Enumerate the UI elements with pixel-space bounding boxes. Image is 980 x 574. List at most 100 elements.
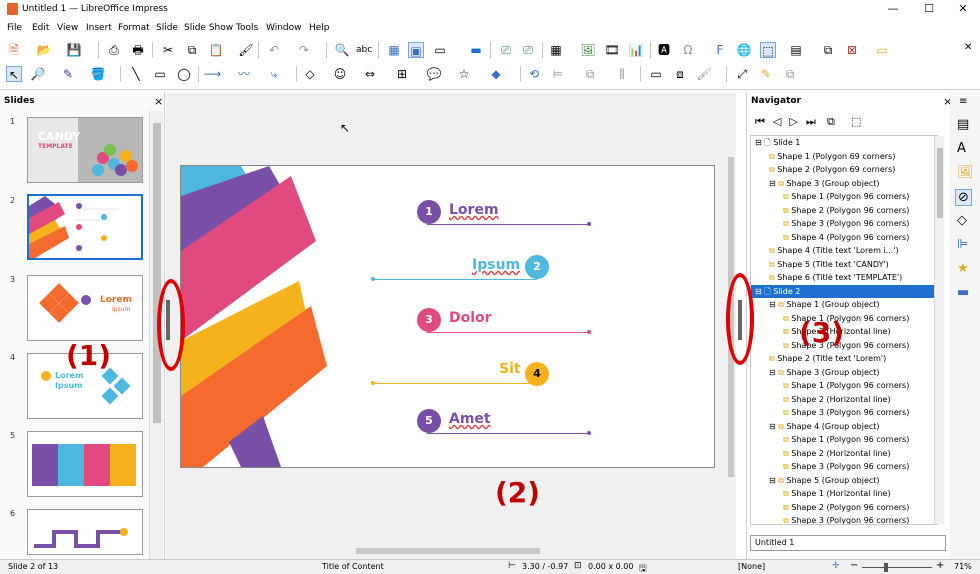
start-from-current-icon[interactable]: ⎚	[520, 42, 536, 58]
navigator-shape-row[interactable]: ⧉ Shape 3 (Polygon 96 corners)	[751, 406, 937, 419]
flowchart-icon[interactable]: ⊞	[394, 66, 410, 82]
navigator-shape-row[interactable]: ⧉ Shape 1 (Polygon 96 corners)	[751, 433, 937, 446]
find-replace-icon[interactable]: 🔍	[334, 42, 350, 58]
select-arrow-icon[interactable]: ↖	[6, 66, 22, 82]
expander-icon[interactable]: ⊟	[755, 287, 764, 296]
menu-window[interactable]: Window	[266, 23, 302, 33]
slide-transition-icon[interactable]: ⊫	[957, 237, 968, 252]
paste-icon[interactable]: 📋	[208, 42, 224, 58]
master-slide-icon[interactable]: ▬	[468, 42, 484, 58]
stars-icon[interactable]: ☆	[456, 66, 472, 82]
navigator-slide-row[interactable]: ⊟ 🗋 Slide 2	[751, 284, 937, 298]
hyperlink-icon[interactable]: 🌐	[736, 42, 752, 58]
zoom-out-icon[interactable]: −	[850, 560, 858, 571]
navigator-shape-row[interactable]: ⧉ Shape 4 (Polygon 96 corners)	[751, 231, 937, 244]
navigator-icon[interactable]: ⊘	[955, 189, 972, 206]
navigator-shape-row[interactable]: ⊟ ⧉ Shape 5 (Group object)	[751, 474, 937, 487]
display-views-icon[interactable]: ▭	[432, 42, 448, 58]
insert-table-icon[interactable]: ▦	[548, 42, 564, 58]
display-grid-icon[interactable]: ▦	[386, 42, 402, 58]
distribute-icon[interactable]: ⫼	[614, 66, 630, 82]
close-slides-panel-icon[interactable]: ×	[154, 95, 163, 108]
slide-canvas[interactable]: 1 Lorem 2 Ipsum 3 Dolor 4 Sit 5 Amet	[180, 165, 715, 468]
menu-edit[interactable]: Edit	[32, 23, 49, 33]
delete-slide-icon[interactable]: ⊠	[844, 42, 860, 58]
navigator-shape-row[interactable]: ⧉ Shape 6 (Title text 'TEMPLATE')	[751, 271, 937, 284]
slide-thumbnail-2[interactable]	[27, 194, 143, 260]
navigator-shape-row[interactable]: ⧉ Shape 1 (Polygon 96 corners)	[751, 190, 937, 203]
menu-help[interactable]: Help	[309, 23, 330, 33]
menu-slide[interactable]: Slide	[156, 23, 178, 33]
fill-color-icon[interactable]: 🪣	[90, 66, 106, 82]
symbol-shapes-icon[interactable]: ☺	[332, 66, 348, 82]
block-arrows-icon[interactable]: ⇔	[362, 66, 378, 82]
slide-thumbnail-1[interactable]: CANDY TEMPLATE	[27, 117, 143, 183]
open-folder-icon[interactable]: 📂	[36, 42, 52, 58]
navigator-shape-row[interactable]: ⊟ ⧉ Shape 4 (Group object)	[751, 420, 937, 433]
rectangle-tool-icon[interactable]: ▭	[152, 66, 168, 82]
crop-image-icon[interactable]: ⧈	[672, 66, 688, 82]
toggle-extrusion-icon[interactable]: ⧉	[782, 66, 798, 82]
zoom-pan-icon[interactable]: 🔎	[30, 66, 46, 82]
basic-shapes-icon[interactable]: ◇	[302, 66, 318, 82]
save-icon[interactable]: 💾	[66, 42, 82, 58]
expander-icon[interactable]: ⊟	[769, 300, 778, 309]
fontwork-icon[interactable]: F	[712, 42, 728, 58]
navigator-shape-row[interactable]: ⧉ Shape 1 (Horizontal line)	[751, 487, 937, 500]
fit-slide-icon[interactable]: ✛	[832, 561, 840, 571]
navigator-nav-buttons[interactable]: ⏮◁▷⏭	[755, 115, 824, 129]
navigator-slide-row[interactable]: ⊟ 🗋 Slide 1	[751, 136, 937, 149]
ellipse-tool-icon[interactable]: ◯	[176, 66, 192, 82]
menu-tools[interactable]: Tools	[236, 23, 258, 33]
minimize-button[interactable]: —	[876, 1, 910, 17]
close-window-button[interactable]: ✕	[946, 1, 980, 17]
navigator-shape-row[interactable]: ⊟ ⧉ Shape 3 (Group object)	[751, 366, 937, 379]
line-tool-icon[interactable]: ╲	[128, 66, 144, 82]
master-slides-icon[interactable]: ▬	[957, 285, 969, 300]
start-from-first-icon[interactable]: ⎚	[498, 42, 514, 58]
callouts-icon[interactable]: 💬	[426, 66, 442, 82]
clone-formatting-icon[interactable]: 🖌	[238, 42, 254, 58]
shadow-icon[interactable]: ▭	[648, 66, 664, 82]
item-label-sit[interactable]: Sit	[499, 361, 521, 377]
insert-image-icon[interactable]: 🖼	[580, 42, 596, 58]
styles-icon[interactable]: A	[957, 141, 966, 156]
print-icon[interactable]: 🖶	[130, 42, 146, 58]
navigator-shape-row[interactable]: ⧉ Shape 2 (Title text 'Lorem')	[751, 352, 937, 365]
shapes-icon[interactable]: ◇	[957, 213, 967, 228]
copy-icon[interactable]: ⧉	[184, 42, 200, 58]
navigator-shape-row[interactable]: ⊟ ⧉ Shape 3 (Group object)	[751, 177, 937, 190]
menu-insert[interactable]: Insert	[86, 23, 112, 33]
redo-icon[interactable]: ↷	[296, 42, 312, 58]
zoom-slider[interactable]	[862, 567, 932, 568]
expander-icon[interactable]: ⊟	[769, 179, 778, 188]
navigator-shape-row[interactable]: ⧉ Shape 3 (Polygon 96 corners)	[751, 514, 937, 524]
document-select[interactable]: Untitled 1	[750, 535, 946, 551]
slide-thumbnail-5[interactable]	[27, 431, 143, 497]
cut-icon[interactable]: ✂	[160, 42, 176, 58]
item-label-ipsum[interactable]: Ipsum	[472, 257, 520, 273]
undo-icon[interactable]: ↶	[266, 42, 282, 58]
navigator-shape-row[interactable]: ⊟ ⧉ Shape 1 (Group object)	[751, 298, 937, 311]
slide-thumbnail-6[interactable]	[27, 509, 143, 555]
3d-objects-icon[interactable]: ◆	[488, 66, 504, 82]
arrange-icon[interactable]: ⧉	[582, 66, 598, 82]
rotate-icon[interactable]: ⟲	[526, 66, 542, 82]
arrow-line-icon[interactable]: ⟶	[204, 66, 221, 82]
header-footer-icon[interactable]: ▤	[788, 42, 804, 58]
points-icon[interactable]: ⤢	[734, 66, 750, 82]
curves-polygons-icon[interactable]: 〰	[236, 66, 252, 82]
slide-thumbnail-3[interactable]: Lorem Ipsum	[27, 275, 143, 341]
new-document-icon[interactable]: 🗎	[6, 42, 22, 58]
drag-mode-icon[interactable]: ⧉	[827, 115, 835, 129]
navigator-shape-row[interactable]: ⧉ Shape 4 (Title text 'Lorem i...')	[751, 244, 937, 257]
expander-icon[interactable]: ⊟	[769, 368, 778, 377]
slide-edit-area[interactable]: ↖ 1 Lorem 2 Ipsum 3 Dolor 4 Sit 5 Amet	[166, 93, 736, 559]
maximize-button[interactable]: ☐	[912, 1, 946, 17]
expander-icon[interactable]: ⊟	[769, 476, 778, 485]
special-character-icon[interactable]: Ω	[680, 42, 696, 58]
navigator-shape-row[interactable]: ⧉ Shape 2 (Polygon 69 corners)	[751, 163, 937, 176]
insert-textbox-icon[interactable]: 🅰	[656, 42, 672, 58]
line-color-icon[interactable]: ✎	[60, 66, 76, 82]
helplines-icon[interactable]: ▣	[408, 42, 424, 58]
